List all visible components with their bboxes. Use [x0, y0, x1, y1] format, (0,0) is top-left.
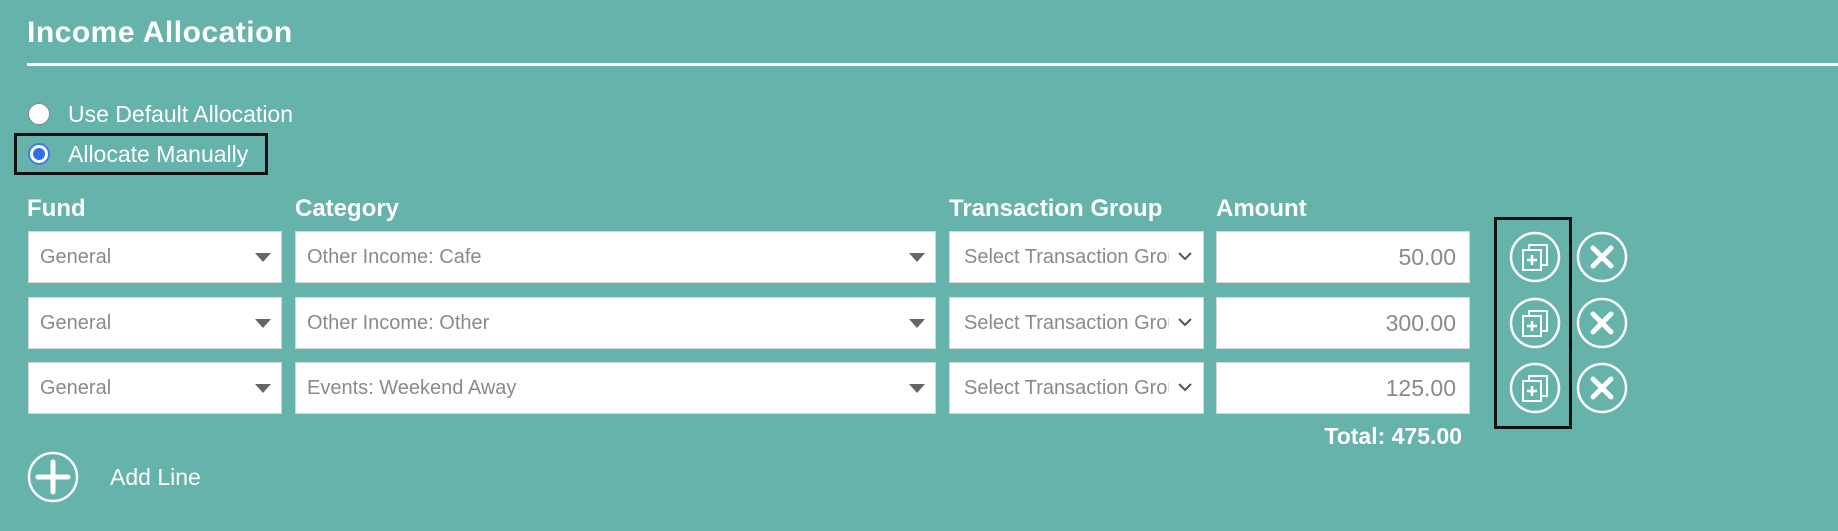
add-line-label[interactable]: Add Line — [110, 464, 201, 491]
title-divider — [27, 63, 1838, 66]
section-title: Income Allocation — [27, 16, 293, 49]
category-select[interactable]: Other Income: Other — [295, 297, 936, 349]
remove-row-icon[interactable] — [1575, 361, 1629, 415]
dropdown-caret-icon — [909, 253, 925, 262]
column-header-transaction-group: Transaction Group — [949, 195, 1163, 222]
radio-allocate-manually[interactable]: Allocate Manually — [14, 133, 269, 175]
amount-input[interactable]: 300.00 — [1216, 297, 1470, 349]
amount-input[interactable]: 125.00 — [1216, 362, 1470, 414]
category-value: Other Income: Other — [307, 311, 490, 334]
radio-use-default-allocation[interactable]: Use Default Allocation — [14, 95, 293, 133]
fund-select[interactable]: General — [28, 297, 282, 349]
transaction-group-select[interactable]: Select Transaction Group — [949, 297, 1204, 349]
duplicate-row-icon[interactable] — [1508, 296, 1562, 350]
transaction-group-value: Select Transaction Group — [964, 376, 1169, 399]
add-line-button[interactable]: Add Line — [26, 450, 201, 504]
radio-button-unchecked[interactable] — [28, 103, 50, 125]
transaction-group-value: Select Transaction Group — [964, 311, 1169, 334]
transaction-group-select[interactable]: Select Transaction Group — [949, 231, 1204, 283]
duplicate-row-icon[interactable] — [1508, 230, 1562, 284]
duplicate-row-icon[interactable] — [1508, 361, 1562, 415]
column-header-category: Category — [295, 195, 400, 222]
radio-button-checked[interactable] — [28, 143, 50, 165]
dropdown-caret-icon — [255, 319, 271, 328]
dropdown-caret-icon — [909, 319, 925, 328]
dropdown-caret-icon — [255, 253, 271, 262]
transaction-group-select[interactable]: Select Transaction Group — [949, 362, 1204, 414]
column-header-amount: Amount — [1216, 195, 1307, 222]
category-value: Events: Weekend Away — [307, 376, 517, 399]
transaction-group-value: Select Transaction Group — [964, 245, 1169, 268]
category-select[interactable]: Other Income: Cafe — [295, 231, 936, 283]
radio-label: Use Default Allocation — [68, 100, 294, 127]
chevron-down-icon — [1178, 318, 1192, 327]
fund-value: General — [40, 245, 112, 268]
category-value: Other Income: Cafe — [307, 245, 482, 268]
remove-row-icon[interactable] — [1575, 230, 1629, 284]
amount-value: 50.00 — [1398, 243, 1456, 270]
radio-label: Allocate Manually — [68, 140, 249, 167]
dropdown-caret-icon — [255, 384, 271, 393]
remove-row-icon[interactable] — [1575, 296, 1629, 350]
add-line-icon[interactable] — [26, 450, 80, 504]
fund-select[interactable]: General — [28, 231, 282, 283]
chevron-down-icon — [1178, 383, 1192, 392]
column-header-fund: Fund — [27, 195, 86, 222]
category-select[interactable]: Events: Weekend Away — [295, 362, 936, 414]
dropdown-caret-icon — [909, 384, 925, 393]
amount-value: 125.00 — [1385, 374, 1456, 401]
fund-value: General — [40, 376, 112, 399]
fund-value: General — [40, 311, 112, 334]
chevron-down-icon — [1178, 252, 1192, 261]
amount-value: 300.00 — [1385, 309, 1456, 336]
amount-input[interactable]: 50.00 — [1216, 231, 1470, 283]
fund-select[interactable]: General — [28, 362, 282, 414]
total-amount: Total: 475.00 — [1324, 423, 1462, 449]
